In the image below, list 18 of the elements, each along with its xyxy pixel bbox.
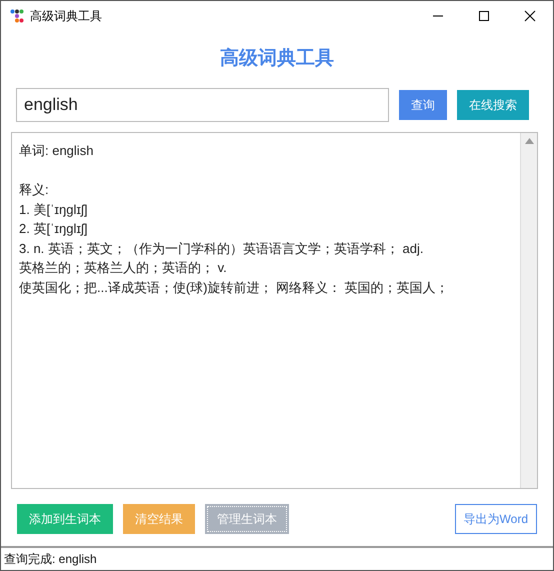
result-line: 使英国化；把...译成英语；使(球)旋转前进； 网络释义： 英国的；英国人； <box>19 278 450 297</box>
result-line: 单词: english <box>19 142 94 160</box>
result-line: 2. 英[ˈɪŋglɪʃ] <box>19 220 88 238</box>
action-button[interactable]: 清空结果 <box>123 504 195 534</box>
action-button[interactable]: 管理生词本 <box>205 504 289 534</box>
action-button[interactable]: 添加到生词本 <box>17 504 113 534</box>
result-line: 英格兰的；英格兰人的；英语的； v. <box>19 259 228 277</box>
action-button[interactable]: 导出为Word <box>454 504 537 534</box>
word-input-field[interactable]: english <box>16 88 389 122</box>
search-button[interactable]: 在线搜索 <box>457 90 529 120</box>
search-button[interactable]: 查询 <box>399 90 447 120</box>
result-line: 1. 美[ˈɪŋglɪʃ] <box>19 200 88 219</box>
status-bar: 查询完成: english <box>1 546 553 570</box>
window-title: 高级词典工具 <box>30 8 103 24</box>
result-line: 3. n. 英语；英文；（作为一门学科的）英语语言文学；英语学科； adj. <box>19 240 424 258</box>
app-heading: 高级词典工具 <box>219 46 335 71</box>
result-line: 释义: <box>19 181 50 199</box>
app-icon <box>10 9 24 23</box>
